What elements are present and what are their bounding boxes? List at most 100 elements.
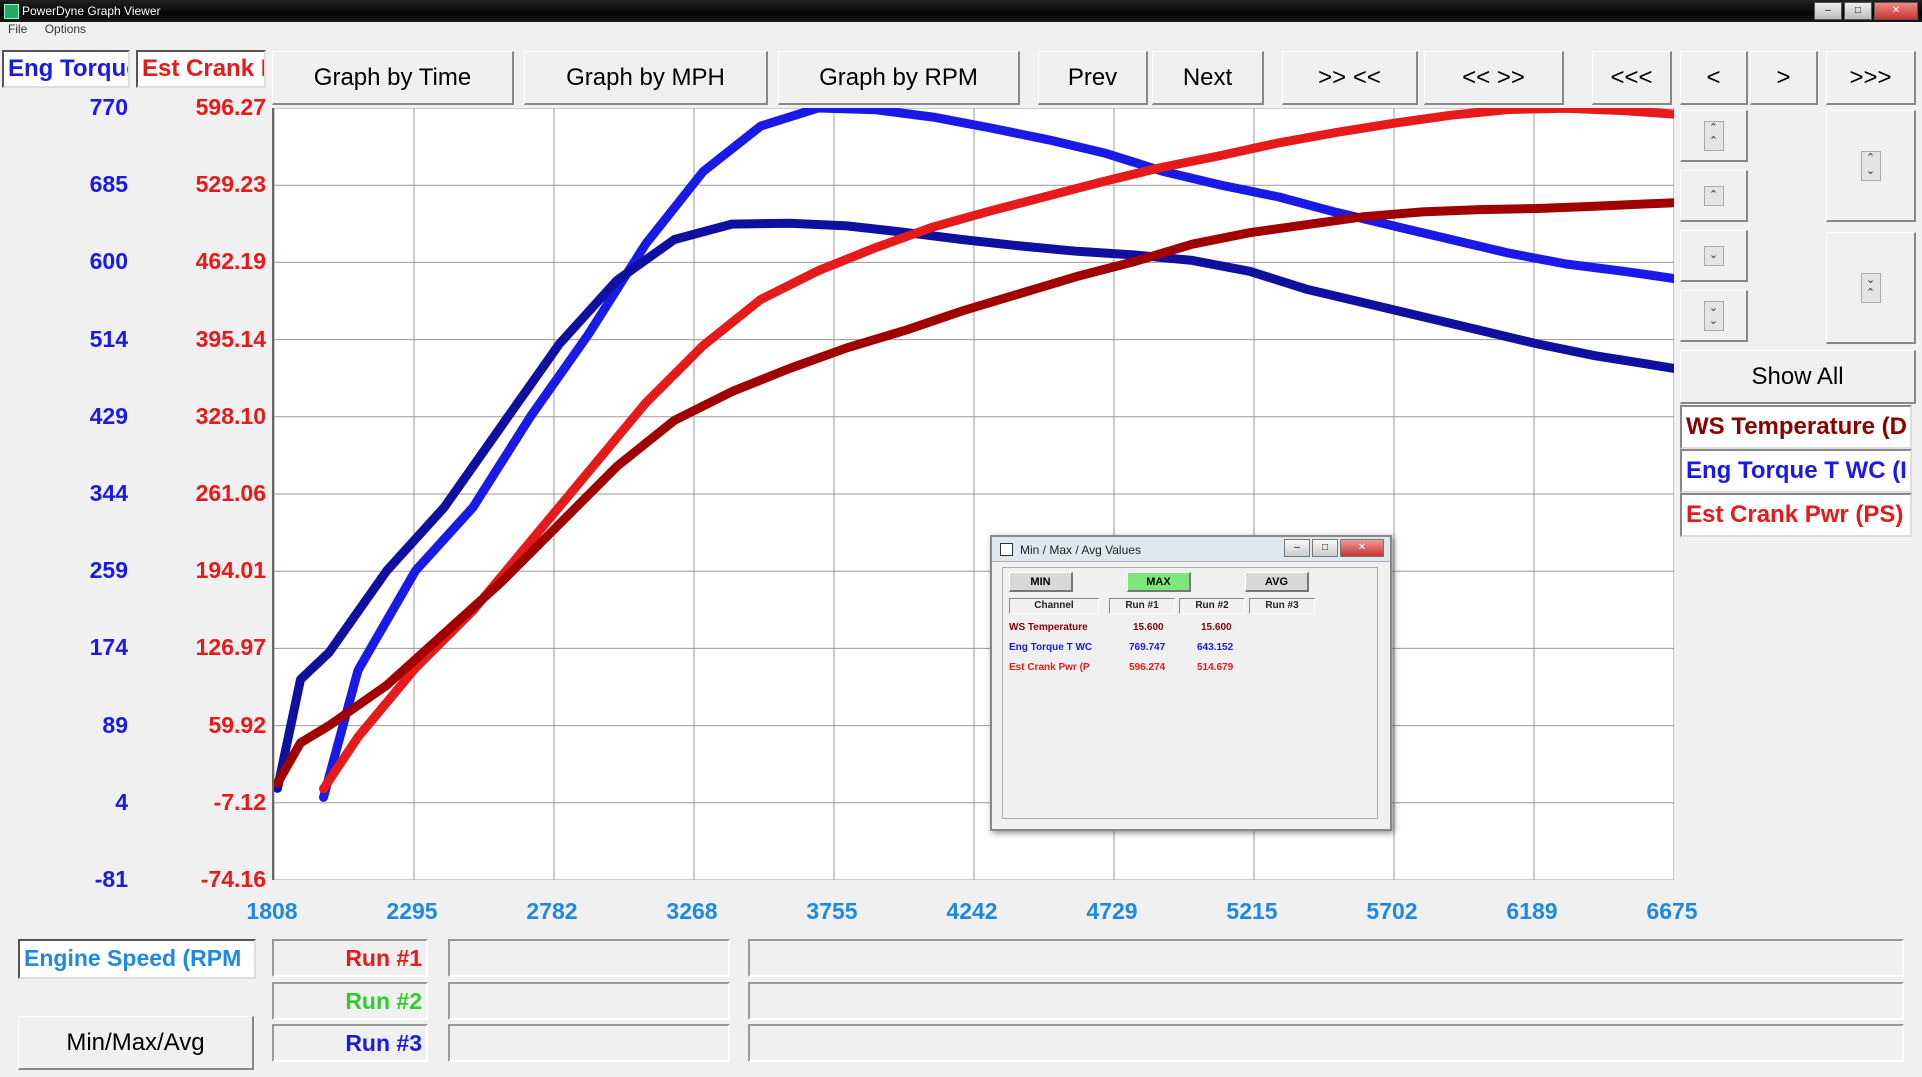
torque-tick-label: 514: [89, 325, 128, 352]
header-run-2: Run #2: [1179, 598, 1245, 614]
run-1-label: Run #1: [272, 939, 428, 977]
menu-file[interactable]: File: [8, 22, 27, 36]
run-1-file[interactable]: [448, 939, 730, 977]
double-chevron-up-icon: ⌃ ⌃: [1703, 120, 1724, 151]
dialog-title-bar: Min / Max / Avg Values – □ ✕: [992, 537, 1390, 562]
run-2-file[interactable]: [448, 982, 730, 1020]
dialog-body: MIN MAX AVG Channel Run #1 Run #2 Run #3…: [1002, 567, 1378, 819]
menu-options[interactable]: Options: [45, 22, 86, 36]
legend-torque: Eng Torque: [2, 50, 130, 88]
scroll-up-button[interactable]: ⌃: [1680, 170, 1748, 222]
power-tick-label: -74.16: [200, 866, 266, 892]
title-bar: PowerDyne Graph Viewer – □ ✕: [0, 0, 1922, 22]
x-tick-label: 4729: [1086, 898, 1138, 924]
legend-power: Est Crank I: [136, 50, 266, 88]
min-tab-button[interactable]: MIN: [1009, 572, 1073, 592]
double-chevron-down-icon: ⌄ ⌄: [1703, 300, 1724, 331]
run-3-file[interactable]: [448, 1024, 730, 1062]
run-2-info: [748, 982, 1904, 1020]
zoom-y-in-button[interactable]: ⌃ ⌄: [1826, 110, 1916, 222]
last-button[interactable]: >>>: [1826, 51, 1916, 105]
dialog-minimize-button[interactable]: –: [1284, 539, 1310, 557]
torque-tick-label: 600: [89, 248, 128, 275]
app-icon: [4, 4, 19, 19]
x-tick-label: 2295: [386, 898, 438, 924]
close-button[interactable]: ✕: [1874, 2, 1918, 20]
double-chevron-updown-icon: ⌃ ⌄: [1860, 150, 1881, 181]
x-tick-label: 5702: [1366, 898, 1418, 924]
power-tick-label: 59.92: [208, 711, 266, 738]
show-all-button[interactable]: Show All: [1680, 350, 1916, 404]
row-run-2: 643.152: [1197, 642, 1234, 653]
window-title: PowerDyne Graph Viewer: [22, 4, 161, 18]
menu-bar: File Options: [0, 22, 1922, 40]
torque-tick-label: 429: [89, 402, 128, 429]
torque-tick-label: -81: [94, 866, 128, 892]
torque-tick-label: 685: [89, 171, 128, 198]
back-button[interactable]: <: [1680, 51, 1748, 105]
x-tick-label: 4242: [946, 898, 998, 924]
power-tick-label: 529.23: [195, 171, 266, 198]
power-tick-label: 261.06: [195, 480, 266, 506]
x-tick-label: 1808: [246, 898, 298, 924]
channel-eng-torque[interactable]: Eng Torque T WC (I: [1680, 449, 1912, 493]
row-run-2: 15.600: [1201, 622, 1232, 633]
row-channel: Eng Torque T WC: [1009, 642, 1093, 653]
run-2-label: Run #2: [272, 982, 428, 1020]
chevron-up-icon: ⌃: [1703, 185, 1724, 206]
channel-est-crank-pwr[interactable]: Est Crank Pwr (PS): [1680, 493, 1912, 537]
dialog-close-button[interactable]: ✕: [1340, 539, 1384, 557]
torque-tick-label: 344: [89, 480, 128, 506]
chart-svg: [273, 103, 1679, 881]
power-tick-label: 194.01: [195, 557, 266, 584]
run-3-label: Run #3: [272, 1024, 428, 1062]
dialog-window-icon: [1000, 543, 1013, 556]
zoom-y-out-button[interactable]: ⌄ ⌃: [1826, 232, 1916, 344]
graph-by-time-button[interactable]: Graph by Time: [272, 51, 514, 105]
torque-tick-label: 89: [102, 711, 128, 738]
power-tick-label: 126.97: [195, 634, 266, 661]
header-run-3: Run #3: [1249, 598, 1315, 614]
header-run-1: Run #1: [1109, 598, 1175, 614]
chart-plot: [272, 103, 1679, 881]
prev-button[interactable]: Prev: [1038, 51, 1148, 105]
row-run-2: 514.679: [1197, 662, 1234, 673]
dialog-maximize-button[interactable]: □: [1312, 539, 1338, 557]
forward-button[interactable]: >: [1750, 51, 1818, 105]
minimize-button[interactable]: –: [1814, 2, 1842, 20]
dialog-title: Min / Max / Avg Values: [1020, 543, 1141, 557]
scroll-down-fast-button[interactable]: ⌄ ⌄: [1680, 290, 1748, 342]
avg-tab-button[interactable]: AVG: [1245, 572, 1309, 592]
power-tick-label: 596.27: [195, 94, 266, 120]
first-button[interactable]: <<<: [1592, 51, 1672, 105]
graph-by-rpm-button[interactable]: Graph by RPM: [778, 51, 1020, 105]
torque-tick-label: 4: [115, 788, 128, 815]
max-tab-button[interactable]: MAX: [1127, 572, 1191, 592]
graph-by-mph-button[interactable]: Graph by MPH: [524, 51, 768, 105]
row-run-1: 15.600: [1133, 622, 1164, 633]
scroll-down-button[interactable]: ⌄: [1680, 230, 1748, 282]
zoom-in-button[interactable]: >> <<: [1282, 51, 1418, 105]
torque-tick-label: 174: [89, 634, 128, 661]
torque-tick-label: 770: [89, 94, 128, 120]
x-tick-label: 2782: [526, 898, 578, 924]
next-button[interactable]: Next: [1152, 51, 1264, 105]
x-tick-label: 3268: [666, 898, 718, 924]
scroll-up-fast-button[interactable]: ⌃ ⌃: [1680, 110, 1748, 162]
maximize-button[interactable]: □: [1844, 2, 1872, 20]
header-channel: Channel: [1009, 598, 1099, 614]
row-channel: Est Crank Pwr (P: [1009, 662, 1090, 673]
power-tick-label: -7.12: [213, 788, 266, 815]
power-tick-label: 462.19: [195, 248, 266, 275]
min-max-avg-button[interactable]: Min/Max/Avg: [18, 1016, 254, 1070]
x-tick-label: 3755: [806, 898, 858, 924]
x-tick-label: 6675: [1646, 898, 1698, 924]
min-max-avg-dialog: Min / Max / Avg Values – □ ✕ MIN MAX AVG…: [990, 535, 1392, 831]
power-tick-label: 328.10: [195, 402, 266, 429]
torque-tick-label: 259: [89, 557, 128, 584]
run-3-info: [748, 1024, 1904, 1062]
x-axis-channel[interactable]: Engine Speed (RPM: [18, 939, 256, 979]
chevron-down-icon: ⌄: [1703, 245, 1724, 266]
zoom-out-button[interactable]: << >>: [1424, 51, 1564, 105]
channel-ws-temperature[interactable]: WS Temperature (D: [1680, 405, 1912, 449]
